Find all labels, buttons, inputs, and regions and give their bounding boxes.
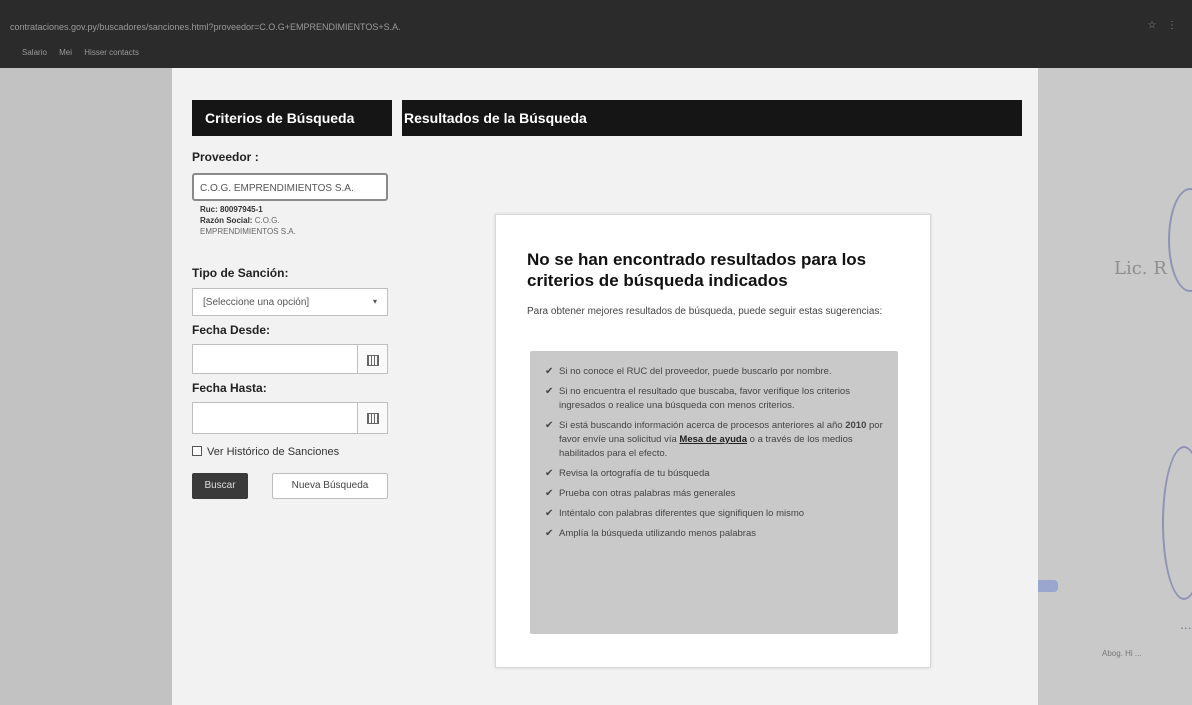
results-header: Resultados de la Búsqueda [402,100,1022,136]
list-item: ✔ Amplía la búsqueda utilizando menos pal… [545,527,884,541]
no-results-title: No se han encontrado resultados para los… [527,250,867,290]
tipo-sancion-select[interactable]: [Seleccione una opción] ▾ [192,288,388,316]
list-item: ✔ Revisa la ortografía de tu búsqueda [545,467,884,481]
signature-mark [1168,188,1192,292]
check-icon: ✔ [545,528,554,539]
suggestion-text: Si está buscando información acerca de p… [559,420,843,431]
ruc-info: Ruc: 80097945-1 Razón Social: C.O.G. EMP… [200,204,340,237]
stamp-mark [1038,580,1058,592]
chevron-down-icon: ▾ [372,297,377,306]
browser-chrome: contrataciones.gov.py/buscadores/sancion… [0,0,1192,68]
check-icon: ✔ [545,468,554,479]
page-margin-right: Lic. R ...JOSE Abog. Hi ... [1038,68,1192,705]
menu-icon[interactable]: ⋮ [1166,20,1178,32]
calendar-button[interactable] [357,403,387,433]
check-icon: ✔ [545,508,554,519]
check-icon: ✔ [545,386,554,397]
proveedor-label: Proveedor : [192,150,259,164]
suggestion-text: Si no conoce el RUC del proveedor, puede… [559,366,832,377]
stamp-text: ...JOSE [1180,616,1192,632]
suggestion-text: Revisa la ortografía de tu búsqueda [559,468,710,479]
signature-mark [1162,446,1192,600]
calendar-icon [366,355,379,366]
bookmarks-bar: Salario Mei Hisser contacts [22,48,422,60]
criteria-header: Criterios de Búsqueda [192,100,392,136]
nueva-busqueda-button[interactable]: Nueva Búsqueda [272,473,388,499]
stamp-text: Abog. Hi ... [1102,649,1142,658]
check-icon: ✔ [545,420,554,431]
year-text: 2010 [845,420,867,431]
list-item: ✔ Si no conoce el RUC del proveedor, pued… [545,365,884,379]
page-margin-left [0,68,172,705]
razon-label: Razón Social: [200,216,253,225]
checkbox-box[interactable] [192,446,202,456]
suggestion-text: Inténtalo con palabras diferentes que si… [559,508,805,519]
calendar-icon [366,413,379,424]
list-item: ✔ Si no encuentra el resultado que buscab… [545,385,884,413]
fecha-desde-label: Fecha Desde: [192,323,271,337]
check-icon: ✔ [545,366,554,377]
list-item: ✔ Prueba con otras palabras más generales [545,487,884,501]
star-icon[interactable]: ☆ [1146,20,1158,32]
no-results-subtitle: Para obtener mejores resultados de búsqu… [527,306,883,317]
check-icon: ✔ [545,488,554,499]
buscar-button[interactable]: Buscar [192,473,248,499]
fecha-hasta-input[interactable] [192,402,388,434]
bookmark-item[interactable]: Hisser contacts [84,48,139,57]
bookmark-item[interactable]: Mei [59,48,72,57]
ruc-label: Ruc: [200,205,218,214]
mesa-de-ayuda-link[interactable]: Mesa de ayuda [679,434,747,445]
suggestion-text: Amplía la búsqueda utilizando menos pala… [559,528,756,539]
fecha-desde-input[interactable] [192,344,388,374]
suggestions-box: ✔ Si no conoce el RUC del proveedor, pued… [530,351,898,634]
list-item: ✔ Inténtalo con palabras diferentes que s… [545,507,884,521]
calendar-button[interactable] [357,345,387,373]
suggestion-text: Prueba con otras palabras más generales [559,488,736,499]
tipo-sancion-label: Tipo de Sanción: [192,266,289,280]
list-item: ✔ Si está buscando información acerca de … [545,419,884,461]
suggestion-text: Si no encuentra el resultado que buscaba… [559,386,850,411]
bookmark-item[interactable]: Salario [22,48,47,57]
fecha-hasta-label: Fecha Hasta: [192,381,267,395]
historico-checkbox[interactable]: Ver Histórico de Sanciones [192,446,339,458]
search-page: Criterios de Búsqueda Proveedor : C.O.G.… [172,68,1038,705]
historico-label: Ver Histórico de Sanciones [207,446,340,458]
stamp-text: Lic. R [1114,258,1167,279]
proveedor-input[interactable]: C.O.G. EMPRENDIMIENTOS S.A. [192,173,388,201]
address-bar[interactable]: contrataciones.gov.py/buscadores/sancion… [10,22,1175,36]
no-results-card: No se han encontrado resultados para los… [495,214,931,668]
tipo-sancion-value: [Seleccione una opción] [203,297,310,308]
ruc-value: 80097945-1 [220,205,263,214]
